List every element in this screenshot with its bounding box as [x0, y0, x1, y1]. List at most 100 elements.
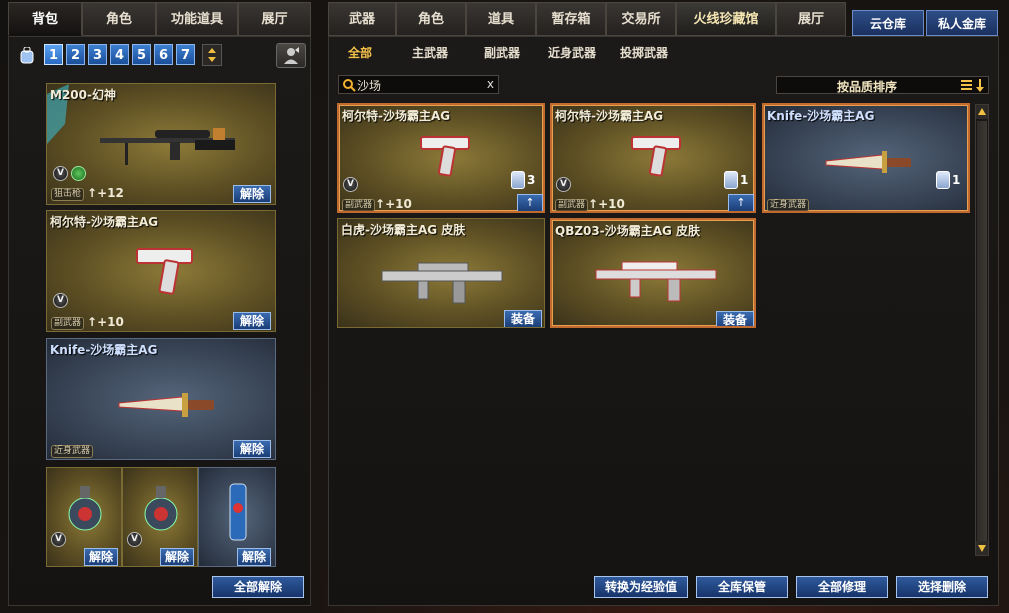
convert-exp-button[interactable]: 转换为经验值	[594, 576, 688, 598]
unequip-button[interactable]: 解除	[84, 548, 118, 566]
unequip-button[interactable]: 解除	[160, 548, 194, 566]
tab-collection[interactable]: 火线珍藏馆	[676, 2, 776, 36]
scroll-down-arrow[interactable]	[976, 541, 988, 555]
tab-weapons[interactable]: 武器	[328, 2, 396, 36]
item-count: 3	[511, 169, 543, 191]
subtab-primary[interactable]: 主武器	[412, 44, 448, 61]
inventory-item-card[interactable]: 柯尔特-沙场霸主AG 3 V 副武器 ↑+10 ↑	[337, 103, 545, 213]
v-badge-icon: V	[343, 177, 358, 192]
category-label: 近身武器	[51, 445, 94, 458]
upgrade-button[interactable]: ↑	[728, 194, 754, 211]
throwable-slot-3[interactable]: 解除	[198, 467, 276, 567]
equip-button[interactable]: 装备	[716, 311, 754, 326]
category-label: 狙击枪	[51, 188, 85, 201]
level-label: ↑+12	[87, 186, 124, 200]
card-title: 柯尔特-沙场霸主AG	[342, 109, 451, 123]
sniper-rifle-image	[100, 128, 235, 165]
smoke-grenade-image	[229, 483, 247, 541]
inventory-skin-card[interactable]: QBZ03-沙场霸主AG 皮肤 装备	[550, 218, 756, 328]
subtab-secondary[interactable]: 副武器	[484, 44, 520, 61]
pistol-image	[136, 248, 193, 295]
unequip-all-button[interactable]: 全部解除	[212, 576, 304, 598]
green-badge-icon	[71, 166, 86, 181]
tab-storage[interactable]: 暂存箱	[536, 2, 606, 36]
bag-page-6[interactable]: 6	[154, 44, 173, 65]
select-delete-button[interactable]: 选择删除	[896, 576, 988, 598]
v-badge-icon: V	[556, 177, 571, 192]
card-title: Knife-沙场霸主AG	[767, 109, 875, 123]
inventory-item-card[interactable]: Knife-沙场霸主AG 1 近身武器	[762, 103, 970, 213]
tab-character-left[interactable]: 角色	[82, 2, 156, 36]
v-badge-icon: V	[53, 293, 68, 308]
pistol-image	[631, 136, 681, 177]
search-icon	[343, 79, 356, 92]
storage-icon	[724, 171, 738, 189]
search-input[interactable]: 沙场	[357, 77, 381, 94]
equip-button[interactable]: 装备	[504, 310, 542, 327]
category-label: 副武器	[51, 317, 85, 330]
knife-image	[825, 151, 911, 173]
sort-list-icon	[961, 79, 984, 92]
tab-function-items[interactable]: 功能道具	[156, 2, 238, 36]
card-title: 柯尔特-沙场霸主AG	[50, 215, 159, 229]
search-clear-button[interactable]: x	[487, 77, 494, 91]
rifle-image	[595, 261, 717, 302]
upgrade-button[interactable]: ↑	[517, 194, 543, 211]
card-title: QBZ03-沙场霸主AG 皮肤	[555, 224, 701, 238]
tab-cloud-storage[interactable]: 云仓库	[852, 10, 924, 36]
bag-page-2[interactable]: 2	[66, 44, 85, 65]
unequip-button[interactable]: 解除	[233, 440, 271, 458]
storage-icon	[936, 171, 950, 189]
equipped-primary-card[interactable]: M200-幻神 V 狙击枪 ↑+12 解除	[46, 83, 276, 205]
bag-page-1[interactable]: 1	[44, 44, 63, 65]
store-all-button[interactable]: 全库保管	[696, 576, 788, 598]
knife-image	[118, 393, 214, 417]
throwable-slot-2[interactable]: V 解除	[122, 467, 198, 567]
throwable-slot-1[interactable]: V 解除	[46, 467, 122, 567]
tab-showroom-left[interactable]: 展厅	[238, 2, 311, 36]
v-badge-icon: V	[51, 532, 66, 547]
card-title: M200-幻神	[50, 88, 116, 102]
tab-exchange[interactable]: 交易所	[606, 2, 676, 36]
item-count: 1	[724, 169, 754, 191]
subtab-throwable[interactable]: 投掷武器	[620, 44, 668, 61]
bag-page-7[interactable]: 7	[176, 44, 195, 65]
unequip-button[interactable]: 解除	[233, 312, 271, 330]
repair-all-button[interactable]: 全部修理	[796, 576, 888, 598]
level-label: ↑+10	[588, 197, 625, 211]
card-title: Knife-沙场霸主AG	[50, 343, 158, 357]
equipped-secondary-card[interactable]: 柯尔特-沙场霸主AG V 副武器 ↑+10 解除	[46, 210, 276, 332]
tab-showroom-right[interactable]: 展厅	[776, 2, 846, 36]
scroll-up-arrow[interactable]	[976, 105, 988, 119]
grenade-image	[68, 486, 102, 531]
search-box[interactable]: 沙场 x	[338, 75, 499, 94]
scroll-thumb[interactable]	[977, 121, 987, 541]
tab-items[interactable]: 道具	[466, 2, 536, 36]
item-count: 1	[936, 169, 968, 191]
v-badge-icon: V	[127, 532, 142, 547]
bag-page-5[interactable]: 5	[132, 44, 151, 65]
scrollbar[interactable]	[975, 104, 989, 556]
tab-private-vault[interactable]: 私人金库	[926, 10, 998, 36]
tab-character-right[interactable]: 角色	[396, 2, 466, 36]
category-label: 副武器	[555, 199, 589, 211]
bag-page-4[interactable]: 4	[110, 44, 129, 65]
tab-bag[interactable]: 背包	[8, 2, 82, 36]
inventory-item-card[interactable]: 柯尔特-沙场霸主AG 1 V 副武器 ↑+10 ↑	[550, 103, 756, 213]
subtab-all[interactable]: 全部	[348, 44, 372, 61]
rifle-image	[381, 262, 503, 304]
subtab-melee[interactable]: 近身武器	[548, 44, 596, 61]
share-icon[interactable]	[276, 43, 306, 68]
bag-icon	[20, 46, 34, 64]
sort-dropdown[interactable]: 按品质排序	[776, 76, 989, 94]
unequip-button[interactable]: 解除	[233, 185, 271, 203]
inventory-skin-card[interactable]: 白虎-沙场霸主AG 皮肤 装备	[337, 218, 545, 328]
level-label: ↑+10	[87, 315, 124, 329]
v-badge-icon: V	[53, 166, 68, 181]
equipped-melee-card[interactable]: Knife-沙场霸主AG 近身武器 解除	[46, 338, 276, 460]
pistol-image	[420, 136, 470, 177]
unequip-button[interactable]: 解除	[237, 548, 271, 566]
page-stepper[interactable]	[202, 44, 222, 66]
card-title: 白虎-沙场霸主AG 皮肤	[341, 223, 466, 237]
bag-page-3[interactable]: 3	[88, 44, 107, 65]
